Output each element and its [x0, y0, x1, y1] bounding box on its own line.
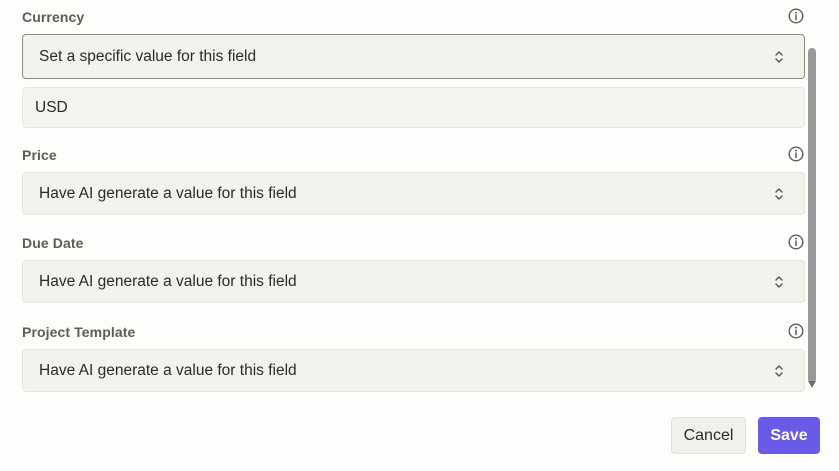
field-header: Due Date	[22, 233, 805, 255]
currency-mode-select[interactable]: Set a specific value for this field	[22, 34, 805, 79]
field-label-due-date: Due Date	[22, 235, 84, 251]
field-price: Price Have AI generate a value for this …	[22, 145, 805, 215]
field-label-project-template: Project Template	[22, 324, 136, 340]
chevron-up-down-icon	[775, 187, 783, 200]
field-settings-panel: Currency Set a specific value for this f…	[0, 0, 839, 471]
field-header: Project Template	[22, 322, 805, 344]
chevron-up-down-icon	[775, 275, 783, 288]
cancel-button[interactable]: Cancel	[671, 417, 746, 454]
info-icon[interactable]	[787, 145, 805, 163]
select-value: Have AI generate a value for this field	[39, 361, 297, 379]
info-icon[interactable]	[787, 322, 805, 340]
chevron-up-down-icon	[775, 364, 783, 377]
scrollbar-thumb[interactable]	[808, 48, 816, 383]
info-icon[interactable]	[787, 233, 805, 251]
field-header: Price	[22, 145, 805, 167]
chevron-up-down-icon	[775, 50, 783, 63]
vertical-scrollbar[interactable]	[806, 40, 818, 393]
currency-value-input[interactable]	[22, 87, 805, 128]
field-currency: Currency Set a specific value for this f…	[22, 7, 805, 79]
save-button[interactable]: Save	[758, 417, 820, 454]
price-mode-select[interactable]: Have AI generate a value for this field	[22, 172, 805, 215]
field-project-template: Project Template Have AI generate a valu…	[22, 322, 805, 392]
field-label-price: Price	[22, 147, 57, 163]
field-due-date: Due Date Have AI generate a value for th…	[22, 233, 805, 303]
info-icon[interactable]	[787, 7, 805, 25]
field-header: Currency	[22, 7, 805, 29]
scroll-down-arrow-icon[interactable]	[808, 381, 816, 388]
field-label-currency: Currency	[22, 9, 85, 25]
project-template-mode-select[interactable]: Have AI generate a value for this field	[22, 349, 805, 392]
select-value: Have AI generate a value for this field	[39, 272, 297, 290]
due-date-mode-select[interactable]: Have AI generate a value for this field	[22, 260, 805, 303]
select-value: Set a specific value for this field	[39, 47, 257, 65]
select-value: Have AI generate a value for this field	[39, 184, 297, 202]
